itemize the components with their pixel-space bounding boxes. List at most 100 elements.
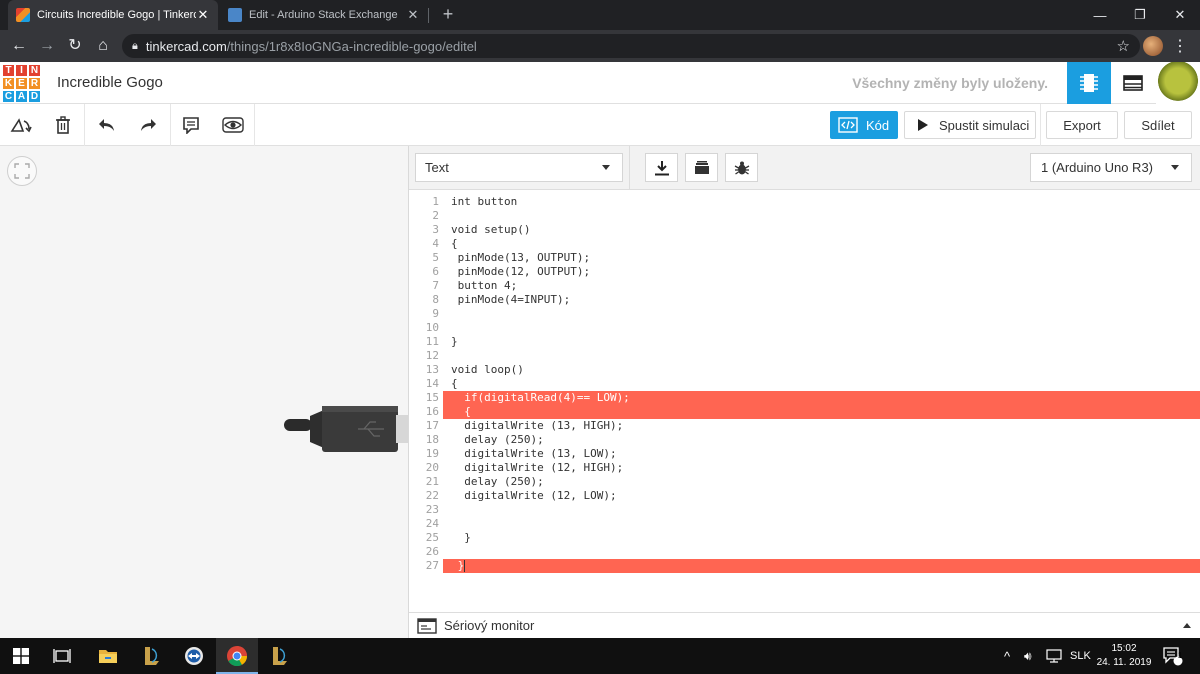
undo-button[interactable] — [92, 111, 122, 139]
text-cursor — [464, 560, 466, 572]
line-number: 23 — [425, 503, 439, 516]
redo-button[interactable] — [133, 111, 163, 139]
browser-menu-icon[interactable]: ⋮ — [1172, 36, 1188, 56]
code-line[interactable]: 7 button 4; — [409, 279, 1200, 293]
league-client-icon[interactable] — [140, 644, 164, 668]
windows-start-icon[interactable] — [9, 644, 33, 668]
bookmark-star-icon[interactable]: ☆ — [1117, 37, 1130, 55]
code-line[interactable]: 3 void setup() — [409, 223, 1200, 237]
input-language[interactable]: SLK — [1070, 638, 1091, 674]
code-line[interactable]: 19 digitalWrite (13, LOW); — [409, 447, 1200, 461]
code-line[interactable]: 17 digitalWrite (13, HIGH); — [409, 419, 1200, 433]
minimize-icon[interactable]: — — [1080, 0, 1120, 30]
code-text: } — [451, 531, 471, 545]
address-bar-row: ← → ↻ ⌂ 🔒︎ tinkercad.com/things/1r8x8IoG… — [0, 30, 1200, 62]
download-code-button[interactable] — [645, 153, 678, 182]
restore-icon[interactable]: ❐ — [1120, 0, 1160, 30]
code-line[interactable]: 24 — [409, 517, 1200, 531]
logo-tile: N — [28, 64, 41, 77]
redo-icon — [141, 119, 156, 131]
tinkercad-favicon-icon — [16, 8, 30, 22]
visibility-button[interactable] — [218, 111, 248, 139]
export-button[interactable]: Export — [1046, 111, 1118, 139]
code-text-content: digitalWrite (13, LOW); — [451, 447, 617, 460]
code-line[interactable]: 22 digitalWrite (12, LOW); — [409, 489, 1200, 503]
chrome-icon[interactable] — [225, 644, 249, 668]
code-text-content: { — [451, 405, 471, 418]
line-number: 12 — [425, 349, 439, 362]
debugger-button[interactable] — [725, 153, 758, 182]
code-line[interactable]: 6 pinMode(12, OUTPUT); — [409, 265, 1200, 279]
code-line[interactable]: 26 — [409, 545, 1200, 559]
code-line[interactable]: 12 — [409, 349, 1200, 363]
code-line[interactable]: 11} — [409, 335, 1200, 349]
teamviewer-icon[interactable] — [182, 644, 206, 668]
circuit-view-button[interactable] — [1067, 62, 1111, 104]
lock-icon: 🔒︎ — [132, 39, 138, 52]
browser-tab-bar: Circuits Incredible Gogo | Tinkercad ✕ E… — [0, 0, 1200, 30]
code-line-error[interactable]: 27 } — [409, 559, 1200, 573]
close-tab-icon[interactable]: ✕ — [196, 7, 210, 23]
rotate-button[interactable] — [6, 111, 36, 139]
code-line[interactable]: 13 void loop() — [409, 363, 1200, 377]
back-icon[interactable]: ← — [8, 36, 30, 56]
serial-monitor-bar[interactable]: Sériový monitor — [409, 612, 1200, 638]
line-number: 1 — [432, 195, 439, 208]
share-button[interactable]: Sdílet — [1124, 111, 1192, 139]
tab-tinkercad[interactable]: Circuits Incredible Gogo | Tinkercad ✕ — [8, 0, 218, 30]
code-editor[interactable]: 1 int button 2 3 void setup() 4{5 pinMode(13,… — [409, 190, 1200, 612]
fit-view-button[interactable] — [7, 156, 37, 186]
tab-stack-exchange[interactable]: Edit - Arduino Stack Exchange ✕ — [220, 0, 428, 30]
code-line[interactable]: 1 int button — [409, 195, 1200, 209]
chevron-up-icon[interactable] — [1183, 623, 1191, 628]
home-icon[interactable]: ⌂ — [92, 36, 114, 56]
code-line[interactable]: 23 — [409, 503, 1200, 517]
code-line[interactable]: 2 — [409, 209, 1200, 223]
code-line[interactable]: 14 { — [409, 377, 1200, 391]
profile-avatar-icon[interactable] — [1143, 36, 1163, 56]
libraries-button[interactable] — [685, 153, 718, 182]
code-button[interactable]: Kód — [830, 111, 898, 139]
code-line-error[interactable]: 16 { — [409, 405, 1200, 419]
code-line[interactable]: 18 delay (250); — [409, 433, 1200, 447]
code-line[interactable]: 25 } — [409, 531, 1200, 545]
close-tab-icon[interactable]: ✕ — [406, 7, 420, 23]
user-avatar[interactable] — [1156, 62, 1200, 104]
show-hidden-icons-icon[interactable]: ^ — [1004, 638, 1010, 674]
window-close-icon[interactable]: ✕ — [1160, 0, 1200, 30]
code-line-error[interactable]: 15 if(digitalRead(4)== LOW); — [409, 391, 1200, 405]
notifications-icon[interactable]: 1 — [1162, 638, 1184, 674]
code-mode-select[interactable]: Text — [415, 153, 623, 182]
task-view-icon[interactable] — [50, 644, 74, 668]
code-line[interactable]: 9 — [409, 307, 1200, 321]
component-list-button[interactable] — [1111, 62, 1155, 104]
usb-cable-icon[interactable] — [280, 404, 408, 454]
file-explorer-icon[interactable] — [96, 644, 120, 668]
code-line[interactable]: 8 pinMode(4=INPUT); — [409, 293, 1200, 307]
line-number: 7 — [432, 279, 439, 292]
tinkercad-logo[interactable]: TINKERCAD — [2, 64, 41, 103]
line-number: 14 — [425, 377, 439, 390]
league-game-icon[interactable] — [268, 644, 292, 668]
code-text-content: void loop() — [451, 363, 524, 376]
network-icon[interactable] — [1046, 638, 1062, 674]
notes-icon — [183, 117, 199, 134]
new-tab-icon[interactable]: + — [438, 4, 458, 25]
system-clock[interactable]: 15:02 24. 11. 2019 — [1094, 642, 1154, 670]
play-icon — [918, 119, 928, 131]
start-simulation-button[interactable]: Spustit simulaci — [904, 111, 1036, 139]
delete-button[interactable] — [48, 111, 78, 139]
code-line[interactable]: 20 digitalWrite (12, HIGH); — [409, 461, 1200, 475]
design-title[interactable]: Incredible Gogo — [57, 74, 163, 91]
circuit-workplane[interactable] — [0, 146, 408, 638]
code-line[interactable]: 5 pinMode(13, OUTPUT); — [409, 251, 1200, 265]
reload-icon[interactable]: ↻ — [64, 36, 86, 56]
notes-button[interactable] — [176, 111, 206, 139]
code-line[interactable]: 4{ — [409, 237, 1200, 251]
device-select[interactable]: 1 (Arduino Uno R3) — [1030, 153, 1192, 182]
volume-icon[interactable]: 🔊︎ — [1024, 638, 1032, 674]
forward-icon[interactable]: → — [36, 36, 58, 56]
code-line[interactable]: 10 — [409, 321, 1200, 335]
url-input[interactable]: 🔒︎ tinkercad.com/things/1r8x8IoGNGa-incr… — [122, 34, 1140, 58]
code-line[interactable]: 21 delay (250); — [409, 475, 1200, 489]
